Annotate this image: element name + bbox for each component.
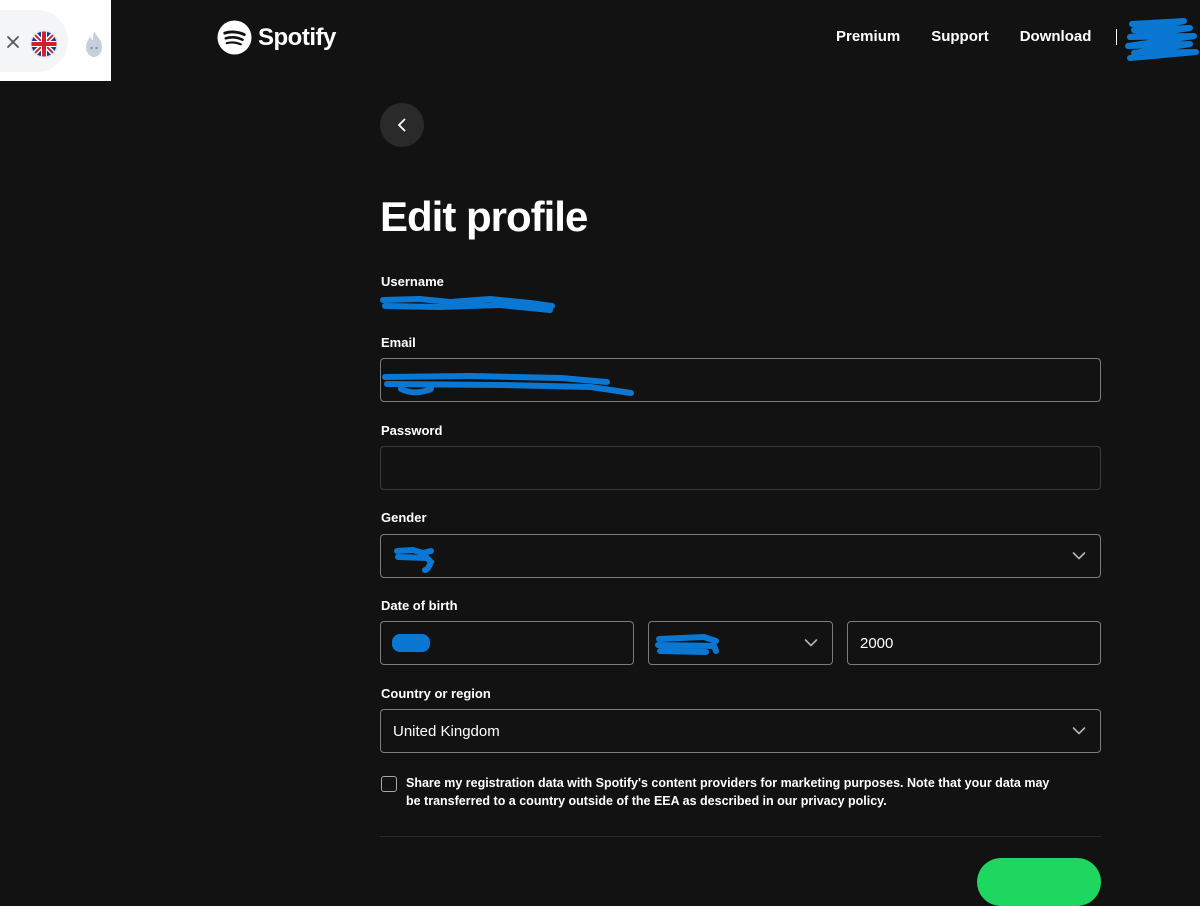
dob-month-redaction — [655, 633, 719, 655]
username-label: Username — [381, 274, 444, 289]
top-nav: Premium Support Download — [836, 28, 1122, 46]
password-field[interactable] — [380, 446, 1101, 490]
gender-select[interactable] — [380, 534, 1101, 578]
country-label: Country or region — [381, 686, 491, 701]
spotify-logo[interactable]: Spotify — [217, 20, 336, 55]
country-value: United Kingdom — [393, 722, 500, 740]
dob-year-input[interactable] — [860, 622, 1100, 664]
email-redaction — [382, 372, 634, 396]
dob-day-redaction — [392, 634, 430, 652]
gender-label: Gender — [381, 510, 427, 525]
chevron-down-icon — [1072, 552, 1086, 560]
form-divider — [380, 836, 1101, 837]
marketing-consent-checkbox[interactable] — [381, 776, 397, 792]
chevron-left-icon — [398, 118, 406, 132]
page-title: Edit profile — [380, 193, 588, 240]
chevron-down-icon — [1072, 727, 1086, 735]
brand-name: Spotify — [258, 23, 336, 51]
country-select[interactable]: United Kingdom — [380, 709, 1101, 753]
gender-redaction — [394, 546, 435, 573]
nav-premium[interactable]: Premium — [836, 28, 900, 46]
marketing-consent: Share my registration data with Spotify'… — [381, 774, 1066, 810]
chevron-down-icon — [804, 639, 818, 647]
nav-download[interactable]: Download — [1020, 28, 1092, 46]
email-label: Email — [381, 335, 416, 350]
dob-label: Date of birth — [381, 598, 458, 613]
password-label: Password — [381, 423, 443, 438]
uk-flag-icon[interactable] — [30, 30, 58, 58]
back-button[interactable] — [380, 103, 424, 147]
username-redaction — [380, 295, 555, 313]
marketing-consent-text: Share my registration data with Spotify'… — [406, 776, 1050, 808]
save-profile-button[interactable] — [977, 858, 1101, 906]
profile-avatar-redacted[interactable] — [1124, 16, 1200, 62]
password-input[interactable] — [393, 447, 1100, 489]
nav-support[interactable]: Support — [931, 28, 989, 46]
close-icon[interactable] — [6, 35, 20, 49]
nav-divider — [1116, 29, 1117, 45]
extension-popup — [0, 0, 111, 81]
dob-year-field[interactable] — [847, 621, 1101, 665]
flame-icon[interactable] — [82, 30, 106, 58]
spotify-logo-icon — [217, 20, 252, 55]
